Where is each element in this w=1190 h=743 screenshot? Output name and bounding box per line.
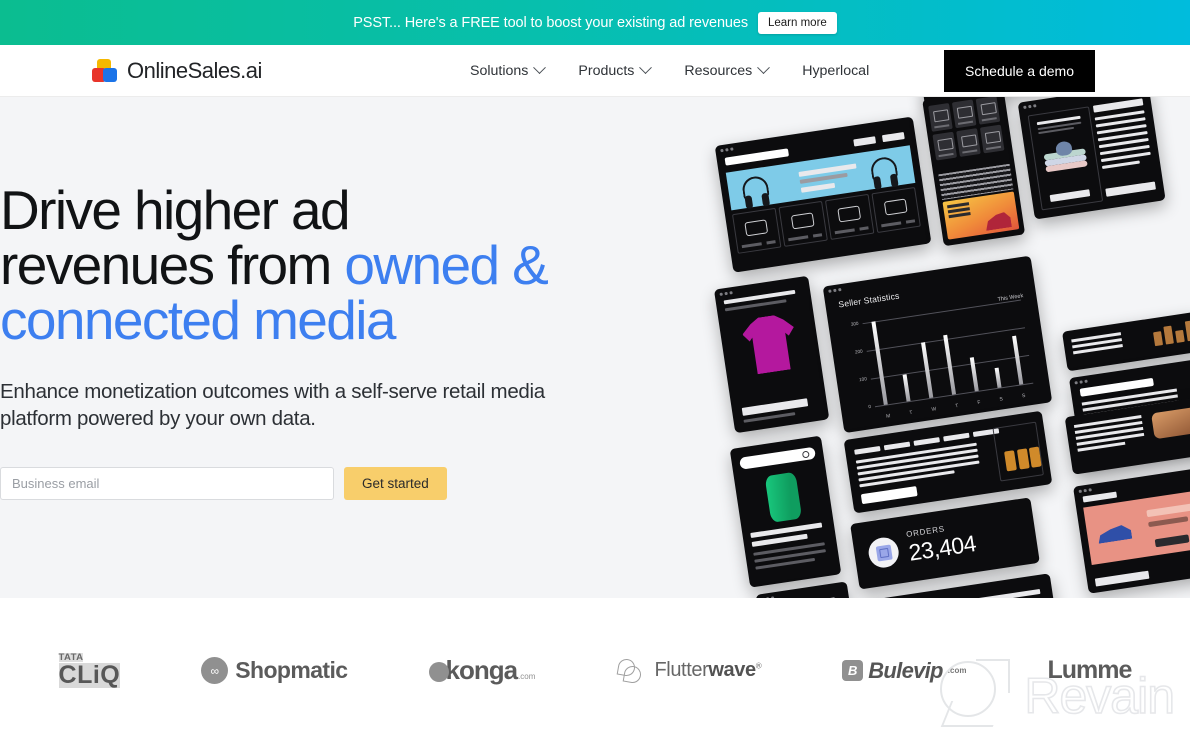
x-tick-2: W xyxy=(931,406,937,413)
business-email-input[interactable] xyxy=(0,466,334,500)
seller-statistics-plot: 300 200 100 0 xyxy=(851,299,1034,410)
tatacliq-line2: CLiQ xyxy=(58,661,121,690)
y-tick-300: 300 xyxy=(850,320,859,327)
hero-title-line1: Drive higher ad xyxy=(0,179,351,241)
lumme-name: Lumme xyxy=(1047,656,1133,684)
brand-name: OnlineSales.ai xyxy=(127,57,262,83)
nav-label-products: Products xyxy=(578,62,635,79)
x-tick-0: M xyxy=(885,413,891,420)
bulevip-name: Bulevip xyxy=(868,657,943,683)
x-tick-3: T xyxy=(954,402,959,410)
search-field-mock xyxy=(739,446,817,470)
hero-title-line2-accent: owned & xyxy=(344,234,548,296)
konga-dot-icon xyxy=(428,662,449,682)
bulevip-badge-icon: B xyxy=(842,660,864,681)
logo-tatacliq: TATA CLiQ xyxy=(58,647,121,695)
logo-lumme: Lumme xyxy=(1047,647,1133,695)
nav-label-hyperlocal: Hyperlocal xyxy=(802,62,870,79)
flutterwave-mark-icon xyxy=(616,657,646,684)
y-tick-0: 0 xyxy=(867,403,872,410)
logo-konga: konga .com xyxy=(428,647,536,695)
flutterwave-registered-mark: ® xyxy=(755,661,762,671)
hero-title-line2-plain: revenues from xyxy=(0,234,345,296)
seller-statistics-title: Seller Statistics xyxy=(837,290,901,310)
x-tick-6: S xyxy=(1021,392,1026,400)
orders-widget: ORDERS 23,404 xyxy=(850,497,1040,590)
nav-item-products[interactable]: Products xyxy=(578,61,653,79)
onlinesales-logo-icon xyxy=(92,58,118,83)
chevron-down-icon xyxy=(533,61,547,75)
hero-subtitle: Enhance monetization outcomes with a sel… xyxy=(0,380,545,431)
bulevip-suffix: .com xyxy=(947,666,967,675)
logo-flutterwave: Flutterwave® xyxy=(616,647,762,695)
collage-card-sneaker-banner xyxy=(1073,459,1190,594)
infinity-icon: ∞ xyxy=(201,657,229,684)
y-tick-100: 100 xyxy=(858,376,868,383)
hero-device-collage: Seller Statistics This Week 300 200 100 … xyxy=(676,97,1190,598)
nav-label-resources: Resources xyxy=(684,62,753,79)
collage-card-storefront xyxy=(714,116,932,273)
logo-bulevip: B Bulevip .com xyxy=(842,647,966,695)
hero-title-line3-accent: connected media xyxy=(0,289,397,351)
x-tick-5: S xyxy=(999,396,1004,403)
konga-name: konga xyxy=(445,655,519,685)
main-nav: Solutions Products Resources Hyperlocal xyxy=(470,61,869,79)
flutterwave-text-bold: wave xyxy=(708,659,756,681)
nav-item-resources[interactable]: Resources xyxy=(684,61,771,79)
flutterwave-text-light: Flutter xyxy=(654,659,709,681)
page-root: PSST... Here's a FREE tool to boost your… xyxy=(0,0,1190,743)
hero-section: Drive higher ad revenues from owned & co… xyxy=(0,97,1190,598)
collage-card-apparel-phone xyxy=(713,275,830,434)
shopmatic-name: Shopmatic xyxy=(235,657,348,683)
chevron-down-icon xyxy=(639,61,653,75)
partner-logo-strip: TATA CLiQ ∞ Shopmatic konga .com Flutter… xyxy=(0,598,1190,743)
promo-shoe-creative xyxy=(942,191,1020,240)
hero-title: Drive higher ad revenues from owned & co… xyxy=(0,183,620,348)
cube-icon xyxy=(866,535,901,570)
hero-copy: Drive higher ad revenues from owned & co… xyxy=(0,183,620,500)
hero-signup-form: Get started xyxy=(0,466,620,500)
site-header: OnlineSales.ai Solutions Products Resour… xyxy=(0,45,1190,97)
konga-suffix: .com xyxy=(518,672,536,681)
seller-statistics-card: Seller Statistics This Week 300 200 100 … xyxy=(822,255,1053,434)
nav-item-solutions[interactable]: Solutions xyxy=(470,61,547,79)
logo-shopmatic: ∞ Shopmatic xyxy=(201,647,348,695)
get-started-button[interactable]: Get started xyxy=(344,466,447,500)
promo-banner-text: PSST... Here's a FREE tool to boost your… xyxy=(353,14,748,31)
collage-card-product-grid xyxy=(922,97,1026,247)
nav-item-hyperlocal[interactable]: Hyperlocal xyxy=(802,63,869,79)
seller-statistics-bars xyxy=(863,300,1034,407)
nav-label-solutions: Solutions xyxy=(470,62,529,79)
brand-logo[interactable]: OnlineSales.ai xyxy=(92,58,262,84)
collage-card-beverage-phone xyxy=(729,435,842,588)
chevron-down-icon xyxy=(757,61,771,75)
collage-card-product-detail xyxy=(1017,97,1166,220)
learn-more-button[interactable]: Learn more xyxy=(758,11,837,34)
promo-banner: PSST... Here's a FREE tool to boost your… xyxy=(0,0,1190,45)
x-tick-1: T xyxy=(909,409,913,417)
schedule-demo-button[interactable]: Schedule a demo xyxy=(944,49,1095,92)
y-tick-200: 200 xyxy=(854,348,863,355)
x-tick-4: F xyxy=(977,399,981,407)
